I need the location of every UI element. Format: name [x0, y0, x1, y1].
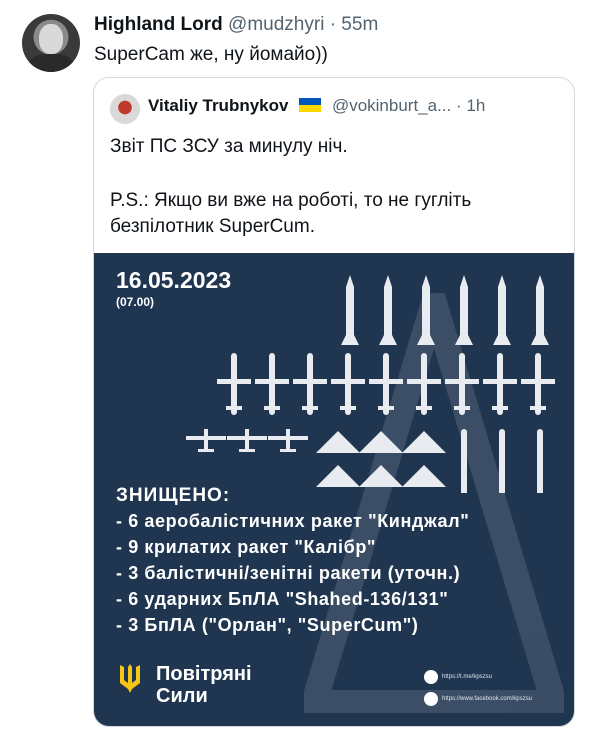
telegram-icon: [424, 670, 438, 684]
cruise-missile-icon: [378, 406, 394, 410]
brand-line: Сили: [156, 685, 208, 707]
cruise-missile-icon: [302, 406, 318, 410]
destroyed-item: - 3 балістичні/зенітні ракети (уточн.): [116, 563, 461, 583]
missile-icon: [531, 275, 549, 345]
quote-author-handle: @vokinburt_a...: [331, 96, 452, 115]
drone-icon: [280, 449, 296, 452]
poster-image[interactable]: 16.05.2023 (07.00) ЗНИЩЕНО: - 6 аеробалі…: [94, 253, 574, 726]
missile-icon: [493, 275, 511, 345]
missile-icon: [379, 275, 397, 345]
destroyed-icons: [186, 275, 555, 493]
missile-icon: [461, 429, 467, 493]
destroyed-item: - 9 крилатих ракет "Калібр": [116, 537, 377, 557]
cruise-missile-icon: [226, 406, 242, 410]
trident-icon: [120, 664, 140, 693]
destroyed-item: - 6 ударних БпЛА "Shahed-136/131": [116, 589, 449, 609]
author-name[interactable]: Highland Lord: [94, 14, 223, 35]
ukraine-flag-icon: [299, 98, 322, 112]
missile-icon: [537, 429, 543, 493]
missile-icon: [417, 275, 435, 345]
quote-text-line: Звіт ПС ЗСУ за минулу ніч.: [110, 136, 348, 157]
cruise-missile-icon: [445, 379, 479, 384]
shahed-drone-icon: [359, 431, 403, 453]
cruise-missile-icon: [492, 406, 508, 410]
telegram-link[interactable]: https://t.me/kpszsu: [442, 674, 492, 680]
cruise-missile-icon: [369, 379, 403, 384]
missile-icon: [499, 429, 505, 493]
quoted-tweet[interactable]: Vitaliy Trubnykov @vokinburt_a... · 1h З…: [93, 77, 575, 727]
quote-text-line: безпілотник SuperCum.: [110, 216, 315, 237]
tweet-header: Highland Lord @mudzhyri · 55m: [94, 14, 378, 36]
quote-text-line: P.S.: Якщо ви вже на роботі, то не гуглі…: [110, 190, 472, 211]
cruise-missile-icon: [454, 406, 470, 410]
shahed-drone-icon: [359, 465, 403, 487]
destroyed-label: ЗНИЩЕНО:: [116, 485, 231, 506]
drone-icon: [239, 449, 255, 452]
cruise-missile-icon: [521, 379, 555, 384]
cruise-missile-icon: [264, 406, 280, 410]
missile-icon: [341, 275, 359, 345]
cruise-missile-icon: [293, 379, 327, 384]
brand-line: Повітряні: [156, 663, 252, 685]
tweet-time[interactable]: · 55m: [330, 14, 379, 35]
tweet-text: SuperCam же, ну йомайо)): [94, 44, 328, 65]
shahed-drone-icon: [402, 431, 446, 453]
cruise-missile-icon: [217, 379, 251, 384]
cruise-missile-icon: [483, 379, 517, 384]
cruise-missile-icon: [340, 406, 356, 410]
shahed-drone-icon: [316, 465, 360, 487]
drone-icon: [198, 449, 214, 452]
cruise-missile-icon: [407, 379, 441, 384]
drone-icon: [204, 429, 208, 451]
destroyed-item: - 3 БпЛА ("Орлан", "SuperCum"): [116, 615, 419, 635]
quote-author-name: Vitaliy Trubnykov: [148, 96, 289, 115]
quote-avatar: [110, 94, 140, 124]
destroyed-item: - 6 аеробалістичних ракет "Кинджал": [116, 511, 470, 531]
shahed-drone-icon: [316, 431, 360, 453]
facebook-icon: [424, 692, 438, 706]
cruise-missile-icon: [416, 406, 432, 410]
facebook-link[interactable]: https://www.facebook.com/kpszsu: [442, 696, 532, 702]
missile-icon: [455, 275, 473, 345]
cruise-missile-icon: [530, 406, 546, 410]
avatar[interactable]: [22, 14, 80, 72]
drone-icon: [245, 429, 249, 451]
drone-icon: [286, 429, 290, 451]
quote-header: Vitaliy Trubnykov @vokinburt_a... · 1h: [148, 96, 485, 116]
author-handle[interactable]: @mudzhyri: [228, 14, 324, 35]
cruise-missile-icon: [331, 379, 365, 384]
shahed-drone-icon: [402, 465, 446, 487]
quote-time: · 1h: [456, 96, 486, 115]
cruise-missile-icon: [255, 379, 289, 384]
